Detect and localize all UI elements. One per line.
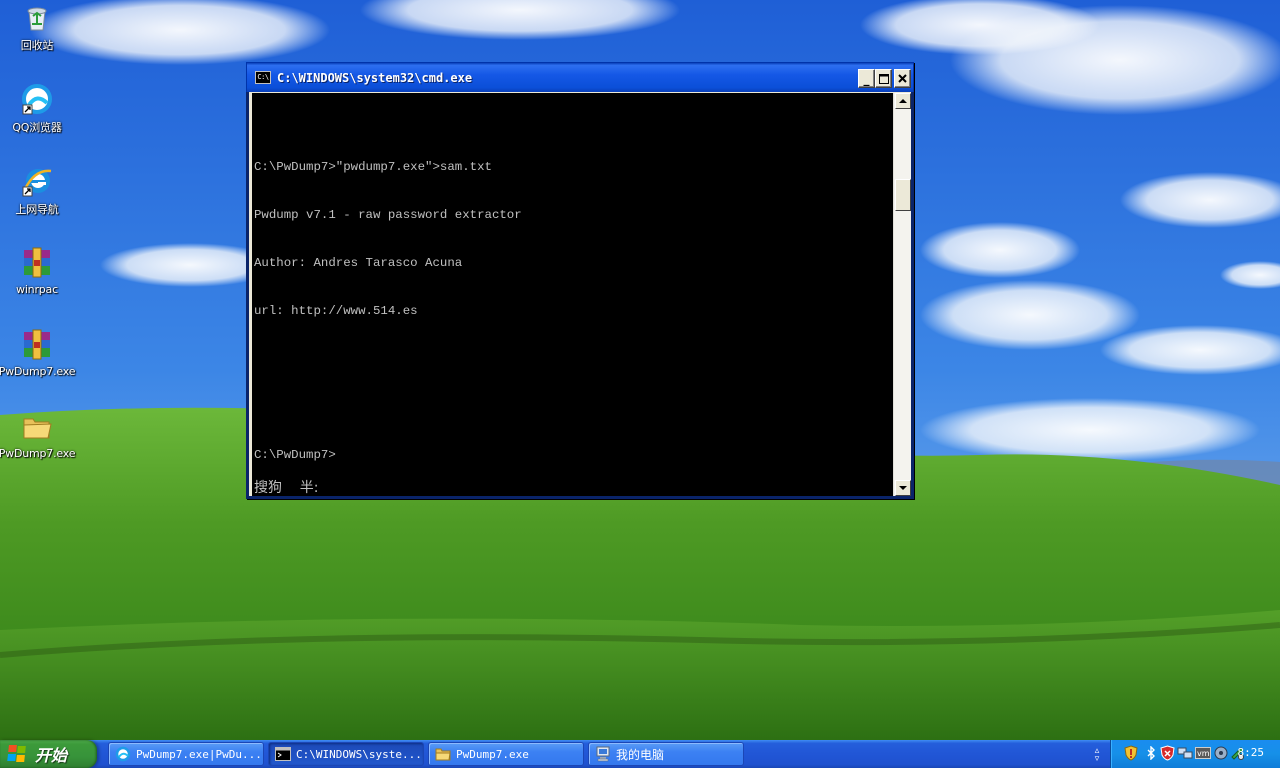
close-button[interactable] — [894, 69, 911, 88]
minimize-button[interactable]: _ — [858, 69, 875, 88]
desktop-icon-recycle-bin[interactable]: 回收站 — [2, 0, 72, 70]
tray-expand-button[interactable]: ▵ ▿ — [1090, 742, 1104, 766]
vmware-tools-icon[interactable]: vm — [1195, 745, 1211, 761]
taskbar-button-qq-browser[interactable]: PwDump7.exe|PwDu... — [108, 742, 264, 766]
volume-icon[interactable] — [1213, 745, 1229, 761]
taskbar-button-pwdump-folder[interactable]: PwDump7.exe — [428, 742, 584, 766]
desktop-icon-label: QQ浏览器 — [12, 121, 62, 134]
folder-icon — [435, 746, 451, 762]
qq-browser-icon — [20, 82, 54, 116]
folder-icon — [20, 410, 54, 444]
desktop-icon-winrpac[interactable]: winrpac — [2, 246, 72, 316]
taskbar-button-cmd[interactable]: C:\WINDOWS\syste... — [268, 742, 424, 766]
desktop-icon-label: 上网导航 — [15, 203, 59, 216]
network-icon[interactable] — [1177, 745, 1193, 761]
taskbar: 开始 PwDump7.exe|PwDu... C:\WINDOWS\syste.… — [0, 740, 1280, 768]
taskbar-button-label: 我的电脑 — [616, 747, 665, 762]
cmd-icon — [275, 746, 291, 762]
windows-logo-icon — [7, 745, 29, 763]
taskbar-button-label: PwDump7.exe|PwDu... — [136, 747, 262, 761]
ime-status-bar: 搜狗 半: — [254, 480, 319, 496]
desktop-icon-pwdump-folder[interactable]: PwDump7.exe — [0, 410, 76, 480]
console-line: Author: Andres Tarasco Acuna — [254, 256, 463, 270]
internet-explorer-icon — [20, 164, 54, 198]
console-prompt: C:\PwDump7> — [254, 448, 336, 462]
cmd-window[interactable]: C:\ C:\WINDOWS\system32\cmd.exe _ C:\PwD… — [246, 62, 914, 499]
desktop-icon-label: winrpac — [16, 283, 58, 296]
taskbar-button-label: PwDump7.exe — [456, 747, 529, 761]
clock[interactable]: 8:25 — [1238, 746, 1265, 759]
my-computer-icon — [595, 746, 611, 762]
vertical-scrollbar[interactable] — [893, 93, 911, 496]
scroll-down-button[interactable] — [895, 480, 911, 496]
minimize-icon: _ — [863, 71, 870, 86]
bluetooth-icon[interactable] — [1143, 745, 1159, 761]
desktop-icon-label: PwDump7.exe — [0, 365, 76, 378]
taskbar-button-my-computer[interactable]: 我的电脑 — [588, 742, 744, 766]
start-label: 开始 — [35, 746, 68, 765]
console-output[interactable]: C:\PwDump7>"pwdump7.exe">sam.txt Pwdump … — [252, 93, 893, 496]
desktop-icon-qq-browser[interactable]: QQ浏览器 — [2, 82, 72, 152]
console-line: url: http://www.514.es — [254, 304, 418, 318]
antivirus-icon[interactable] — [1159, 745, 1175, 761]
console-text: C:\PwDump7>"pwdump7.exe">sam.txt Pwdump … — [254, 127, 522, 495]
chevron-down-icon: ▿ — [1094, 753, 1100, 763]
console-line: Pwdump v7.1 - raw password extractor — [254, 208, 522, 222]
window-title-bar[interactable]: C:\ C:\WINDOWS\system32\cmd.exe _ — [246, 62, 914, 92]
arrow-up-icon — [899, 99, 907, 103]
arrow-down-icon — [899, 486, 907, 490]
maximize-button[interactable] — [875, 69, 892, 88]
winrar-archive-icon — [20, 328, 54, 362]
taskbar-button-label: C:\WINDOWS\syste... — [296, 747, 422, 761]
cmd-icon[interactable]: C:\ — [255, 71, 271, 84]
maximize-icon — [878, 73, 889, 84]
close-icon — [898, 74, 907, 83]
desktop-icon-pwdump-archive[interactable]: PwDump7.exe — [0, 328, 76, 398]
console-line: C:\PwDump7>"pwdump7.exe">sam.txt — [254, 160, 492, 174]
winrar-archive-icon — [20, 246, 54, 280]
scroll-up-button[interactable] — [895, 93, 911, 109]
start-button[interactable]: 开始 — [0, 740, 97, 768]
desktop-icon-internet-explorer[interactable]: 上网导航 — [2, 164, 72, 234]
scrollbar-thumb[interactable] — [895, 179, 911, 211]
recycle-bin-icon — [20, 0, 54, 34]
qq-browser-icon — [115, 746, 131, 762]
desktop-icon-label: PwDump7.exe — [0, 447, 76, 460]
window-title: C:\WINDOWS\system32\cmd.exe — [277, 70, 473, 85]
system-tray: vm 8:25 — [1110, 740, 1280, 768]
security-shield-icon[interactable] — [1123, 745, 1139, 761]
svg-text:vm: vm — [1197, 749, 1210, 758]
desktop-icon-label: 回收站 — [20, 39, 54, 52]
